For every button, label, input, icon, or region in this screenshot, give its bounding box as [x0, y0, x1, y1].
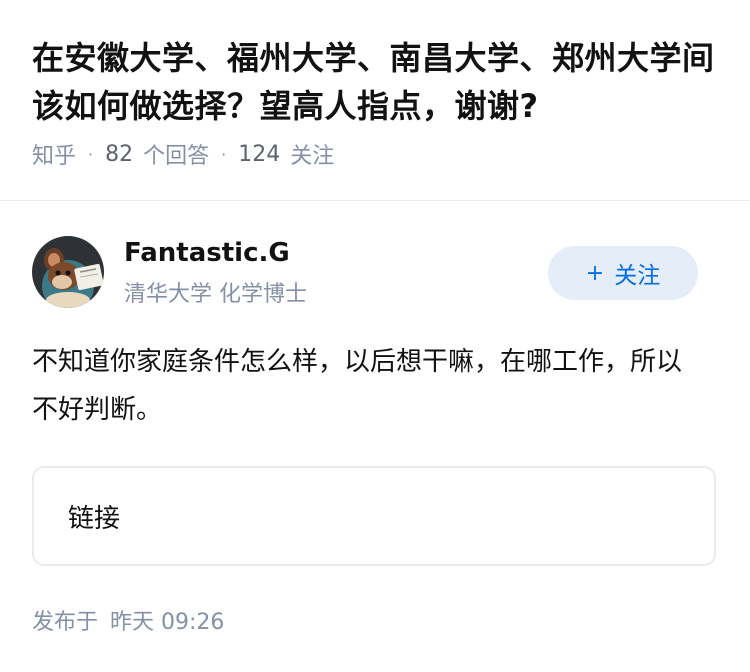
plus-icon: +: [585, 260, 605, 286]
author-info: Fantastic.G 清华大学 化学博士 + 关注: [32, 236, 718, 308]
question-title[interactable]: 在安徽大学、福州大学、南昌大学、郑州大学间该如何做选择？望高人指点，谢谢?: [32, 34, 722, 130]
author-bio: 清华大学 化学博士: [124, 282, 307, 307]
answer-body: 不知道你家庭条件怎么样，以后想干嘛，在哪工作，所以不好判断。: [32, 347, 683, 425]
avatar[interactable]: [32, 236, 104, 308]
avatar-image: [32, 236, 104, 308]
answer-count: 82: [105, 141, 134, 167]
meta-separator: ·: [88, 144, 94, 164]
publish-time-prefix: 发布于: [32, 610, 99, 635]
follow-button-label: 关注: [614, 263, 661, 289]
source-label[interactable]: 知乎: [32, 138, 76, 170]
link-card[interactable]: 链接: [32, 466, 716, 566]
question-header: 在安徽大学、福州大学、南昌大学、郑州大学间该如何做选择？望高人指点，谢谢? 知乎…: [32, 34, 722, 170]
author-name[interactable]: Fantastic.G: [124, 238, 290, 268]
link-card-label: 链接: [68, 503, 121, 534]
publish-time: 发布于 昨天 09:26: [32, 604, 224, 636]
follow-button[interactable]: + 关注: [548, 246, 698, 300]
meta-separator: ·: [221, 144, 227, 164]
follower-count: 124: [238, 141, 281, 167]
question-meta: 知乎 · 82 个回答 · 124 关注: [32, 138, 722, 170]
answer-count-label[interactable]: 个回答: [143, 138, 209, 170]
publish-time-value: 昨天 09:26: [110, 610, 225, 635]
divider: [0, 200, 750, 201]
follower-count-label[interactable]: 关注: [290, 138, 334, 170]
